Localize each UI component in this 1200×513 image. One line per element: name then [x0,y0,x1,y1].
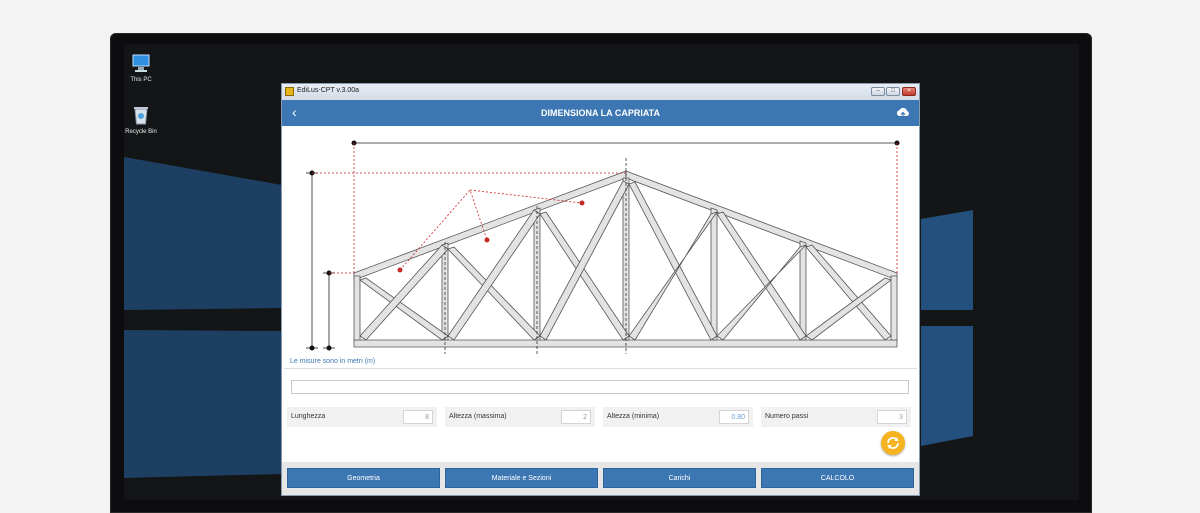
altezza-minima-input[interactable]: 0.80 [719,410,749,424]
param-label: Altezza (minima) [607,413,660,420]
computer-icon [130,52,152,74]
cloud-upload-icon[interactable] [896,107,910,119]
desktop-icon-label: Recycle Bin [125,129,157,135]
window-titlebar[interactable]: EdiLus-CPT v.3.00a – □ × [282,84,919,100]
app-header: ‹ DIMENSIONA LA CAPRIATA [282,100,919,126]
numero-passi-input[interactable]: 3 [877,410,907,424]
recycle-bin-icon [130,104,152,126]
desktop-icon-recycle-bin[interactable]: Recycle Bin [124,104,166,136]
tab-calcolo[interactable]: CALCOLO [761,468,914,488]
divider [284,368,917,369]
tab-carichi[interactable]: Carichi [603,468,756,488]
refresh-button[interactable] [881,431,905,455]
altezza-massima-input[interactable]: 2 [561,410,591,424]
minimize-button[interactable]: – [871,87,885,96]
param-altezza-minima: Altezza (minima) 0.80 [603,407,753,427]
param-label: Numero passi [765,413,809,420]
app-logo-icon [285,87,294,96]
tab-materiale-e-sezioni[interactable]: Materiale e Sezioni [445,468,598,488]
param-label: Lunghezza [291,413,326,420]
refresh-icon [887,437,899,449]
desktop-icon-label: This PC [130,77,152,83]
truss-drawing [306,140,900,354]
bottom-toolbar: Geometria Materiale e Sezioni Carichi CA… [282,462,919,495]
close-button[interactable]: × [902,87,916,96]
app-window: EdiLus-CPT v.3.00a – □ × ‹ DIMENSIONA LA… [282,84,919,495]
maximize-button[interactable]: □ [886,87,900,96]
description-input[interactable] [291,380,909,394]
param-numero-passi: Numero passi 3 [761,407,911,427]
lunghezza-input[interactable]: 8 [403,410,433,424]
param-altezza-massima: Altezza (massima) 2 [445,407,595,427]
param-label: Altezza (massima) [449,413,507,420]
desktop-icon-this-pc[interactable]: This PC [124,52,166,84]
window-title: EdiLus-CPT v.3.00a [297,87,359,94]
units-note: Le misure sono in metri (m) [290,358,376,365]
page-title: DIMENSIONA LA CAPRIATA [541,108,660,118]
tab-geometria[interactable]: Geometria [287,468,440,488]
param-lunghezza: Lunghezza 8 [287,407,437,427]
